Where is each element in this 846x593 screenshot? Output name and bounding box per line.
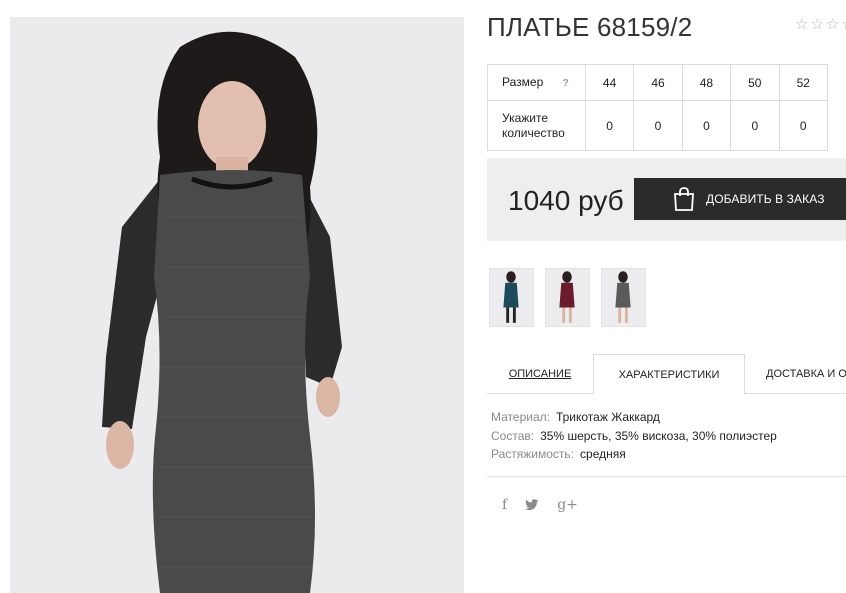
add-to-order-label: ДОБАВИТЬ В ЗАКАЗ	[706, 192, 825, 206]
thumbnail-image	[546, 269, 589, 326]
characteristic-value: Трикотаж Жаккард	[555, 410, 660, 424]
size-row: Размер ? 44 46 48 50 52	[487, 64, 829, 101]
thumbnail-image	[602, 269, 645, 326]
characteristic-row: Состав: 35% шерсть, 35% вискоза, 30% поли…	[491, 427, 777, 446]
social-share: f g+	[502, 497, 578, 513]
thumbnail-image	[490, 269, 533, 326]
model-illustration	[10, 17, 464, 593]
size-cell: 52	[778, 64, 829, 101]
shopping-bag-icon	[674, 187, 694, 211]
thumbnail-gallery	[489, 268, 646, 327]
size-cell: 46	[633, 64, 683, 101]
characteristic-row: Материал: Трикотаж Жаккард	[491, 408, 777, 427]
divider	[487, 476, 846, 477]
star-icon[interactable]: ☆	[795, 17, 808, 32]
size-label: Размер	[502, 74, 544, 89]
quantity-input[interactable]: 0	[584, 100, 635, 151]
help-icon[interactable]: ?	[563, 76, 569, 91]
thumbnail-grey[interactable]	[601, 268, 646, 327]
characteristic-key: Растяжимость:	[491, 447, 575, 461]
thumbnail-burgundy[interactable]	[545, 268, 590, 327]
size-cell: 48	[681, 64, 732, 101]
quantity-input[interactable]: 0	[681, 100, 732, 151]
quantity-input[interactable]: 0	[633, 100, 683, 151]
product-title: ПЛАТЬЕ 68159/2	[487, 12, 693, 42]
quantity-label: Укажите количество	[487, 100, 586, 151]
tab-description[interactable]: ОПИСАНИЕ	[487, 354, 593, 394]
price-box: 1040 руб ДОБАВИТЬ В ЗАКАЗ	[487, 158, 846, 241]
active-tab-gap	[594, 393, 744, 394]
size-cell: 50	[730, 64, 780, 101]
star-icon[interactable]: ☆	[826, 17, 839, 32]
tab-characteristics[interactable]: ХАРАКТЕРИСТИКИ	[593, 354, 745, 394]
size-cell: 44	[584, 64, 635, 101]
quantity-input[interactable]: 0	[778, 100, 829, 151]
tab-delivery[interactable]: ДОСТАВКА И ОПЛАТА	[745, 354, 846, 394]
characteristic-value: средняя	[580, 447, 626, 461]
size-label-cell: Размер ?	[487, 64, 586, 101]
size-quantity-table: Размер ? 44 46 48 50 52 Укажите количест…	[487, 64, 829, 151]
product-tabs: ОПИСАНИЕ ХАРАКТЕРИСТИКИ ДОСТАВКА И ОПЛАТ…	[487, 354, 846, 394]
characteristic-key: Состав:	[491, 428, 535, 443]
add-to-order-button[interactable]: ДОБАВИТЬ В ЗАКАЗ	[634, 178, 846, 220]
twitter-icon[interactable]	[525, 499, 539, 511]
quantity-input[interactable]: 0	[730, 100, 780, 151]
characteristic-value: 35% шерсть, 35% вискоза, 30% полиэстер	[540, 428, 777, 443]
price: 1040 руб	[508, 185, 624, 216]
quantity-row: Укажите количество 0 0 0 0 0	[487, 100, 829, 151]
star-icon[interactable]: ☆	[810, 17, 823, 32]
main-product-image[interactable]	[10, 17, 464, 593]
thumbnail-teal[interactable]	[489, 268, 534, 327]
rating-stars[interactable]: ☆ ☆ ☆ ☆	[795, 17, 846, 32]
characteristics-list: Материал: Трикотаж Жаккард Состав: 35% шер…	[491, 408, 777, 464]
facebook-icon[interactable]: f	[502, 497, 507, 513]
google-plus-icon[interactable]: g+	[557, 497, 578, 513]
characteristic-row: Растяжимость: средняя	[491, 445, 777, 464]
star-icon[interactable]: ☆	[841, 17, 846, 32]
characteristic-key: Материал:	[491, 410, 550, 424]
